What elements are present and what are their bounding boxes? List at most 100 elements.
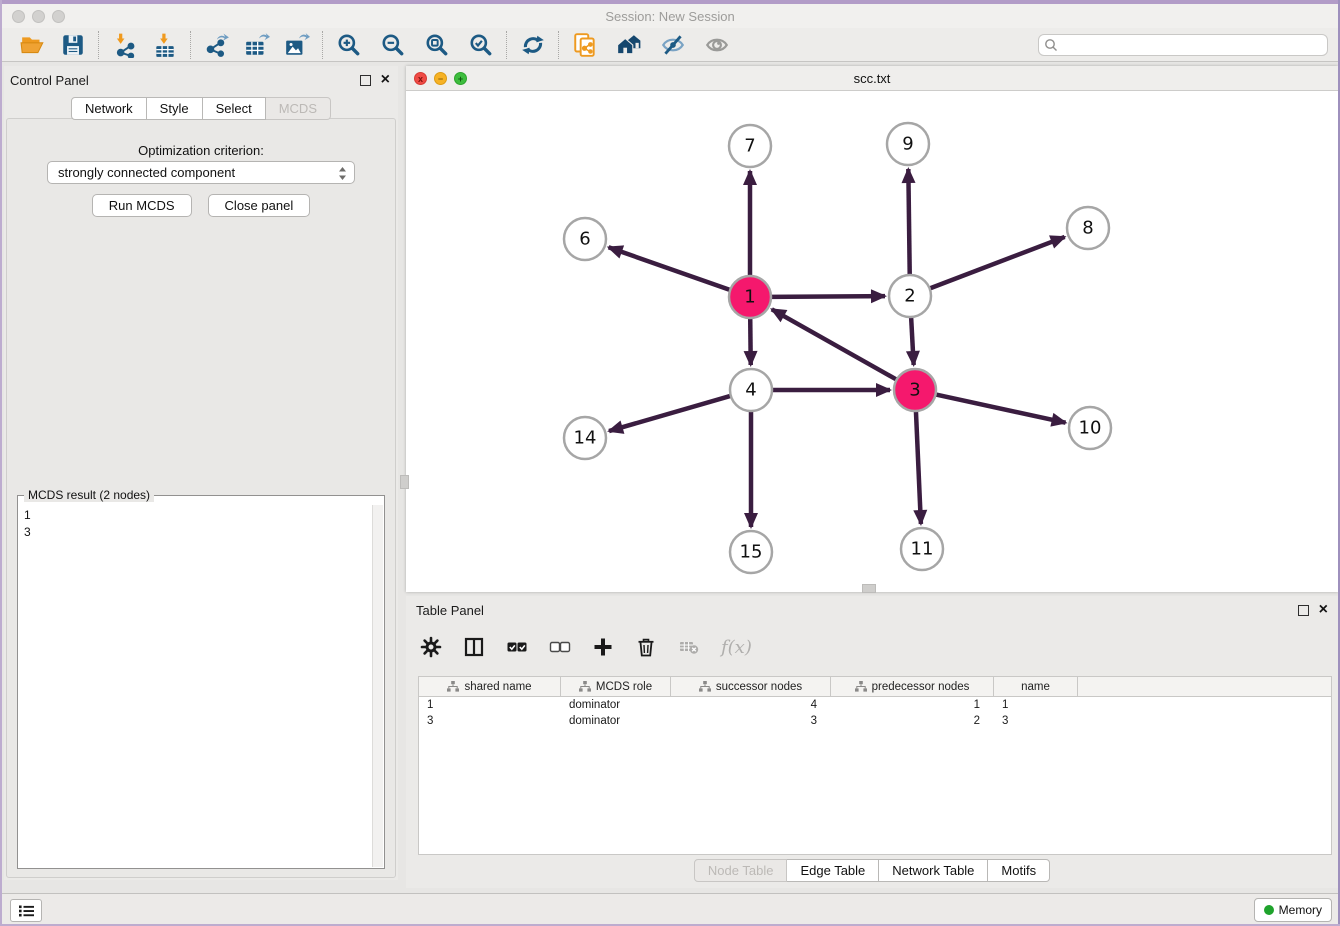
- hide-selected-icon[interactable]: [660, 32, 686, 58]
- graph-edge-1-4[interactable]: [750, 318, 751, 365]
- network-window-title: scc.txt: [406, 71, 1338, 86]
- table-row[interactable]: 3dominator323: [419, 713, 1331, 729]
- float-table-panel-icon[interactable]: [1298, 605, 1309, 616]
- network-window-titlebar: x − + scc.txt: [406, 66, 1338, 91]
- memory-label: Memory: [1279, 903, 1322, 917]
- tab-style[interactable]: Style: [147, 97, 203, 120]
- graph-node-2[interactable]: 2: [889, 275, 931, 317]
- apply-layout-icon[interactable]: [520, 32, 546, 58]
- graph-node-11[interactable]: 11: [901, 528, 943, 570]
- svg-text:15: 15: [740, 542, 763, 563]
- run-mcds-button[interactable]: Run MCDS: [92, 194, 192, 217]
- hierarchy-icon: [855, 681, 867, 692]
- graph-edge-3-1[interactable]: [772, 309, 897, 379]
- graph-node-7[interactable]: 7: [729, 125, 771, 167]
- memory-status-dot: [1264, 905, 1274, 915]
- close-panel-button[interactable]: Close panel: [208, 194, 311, 217]
- mcds-result-group: MCDS result (2 nodes) 1 3: [17, 495, 385, 869]
- copy-network-icon[interactable]: [572, 32, 598, 58]
- zoom-selected-icon[interactable]: [468, 32, 494, 58]
- settings-gear-icon[interactable]: [420, 636, 442, 658]
- tab-motifs[interactable]: Motifs: [988, 859, 1050, 882]
- export-table-icon[interactable]: [244, 32, 270, 58]
- graph-node-14[interactable]: 14: [564, 417, 606, 459]
- table-cell: 3: [419, 715, 561, 727]
- graph-node-8[interactable]: 8: [1067, 207, 1109, 249]
- tab-mcds[interactable]: MCDS: [266, 97, 331, 120]
- result-scrollbar[interactable]: [372, 505, 383, 867]
- graph-edge-1-2[interactable]: [771, 296, 885, 297]
- graph-node-4[interactable]: 4: [730, 369, 772, 411]
- import-table-icon[interactable]: [152, 32, 178, 58]
- save-session-icon[interactable]: [60, 32, 86, 58]
- table-cell: 3: [994, 715, 1078, 727]
- column-header-MCDS-role[interactable]: MCDS role: [561, 677, 671, 696]
- svg-text:3: 3: [909, 380, 920, 401]
- column-header-shared-name[interactable]: shared name: [419, 677, 561, 696]
- show-columns-icon[interactable]: [463, 636, 485, 658]
- table-cell: 4: [671, 699, 831, 711]
- column-header-name[interactable]: name: [994, 677, 1078, 696]
- memory-button[interactable]: Memory: [1254, 898, 1332, 922]
- zoom-out-icon[interactable]: [380, 32, 406, 58]
- close-table-panel-icon[interactable]: ×: [1319, 605, 1328, 615]
- graph-edge-3-11[interactable]: [916, 411, 921, 524]
- select-all-icon[interactable]: [506, 636, 528, 658]
- main-toolbar: [0, 28, 1340, 62]
- control-panel-title: Control Panel: [10, 73, 89, 88]
- graph-node-15[interactable]: 15: [730, 531, 772, 573]
- delete-row-icon[interactable]: [635, 636, 657, 658]
- criterion-dropdown[interactable]: strongly connected component: [47, 161, 355, 184]
- show-all-icon[interactable]: [704, 32, 730, 58]
- deselect-all-icon[interactable]: [549, 636, 571, 658]
- close-panel-icon[interactable]: ×: [381, 75, 390, 85]
- graph-edge-1-6[interactable]: [609, 247, 731, 290]
- zoom-fit-icon[interactable]: [424, 32, 450, 58]
- table-toolbar: f(x): [420, 630, 752, 664]
- control-panel: Control Panel × NetworkStyleSelectMCDS O…: [4, 66, 398, 880]
- table-header-row: shared nameMCDS rolesuccessor nodesprede…: [419, 677, 1331, 697]
- table-cell: 1: [419, 699, 561, 711]
- tab-network-table[interactable]: Network Table: [879, 859, 988, 882]
- svg-text:10: 10: [1079, 418, 1102, 439]
- first-neighbors-icon[interactable]: [616, 32, 642, 58]
- graph-edge-3-10[interactable]: [936, 394, 1066, 422]
- graph-node-1[interactable]: 1: [729, 276, 771, 318]
- add-row-icon[interactable]: [592, 636, 614, 658]
- control-panel-tabs: NetworkStyleSelectMCDS: [4, 97, 398, 120]
- graph-edge-2-3[interactable]: [911, 317, 914, 365]
- open-session-icon[interactable]: [20, 32, 46, 58]
- task-history-button[interactable]: [10, 899, 42, 922]
- splitter-handle-vertical[interactable]: [400, 475, 409, 489]
- float-panel-icon[interactable]: [360, 75, 371, 86]
- tab-node-table[interactable]: Node Table: [694, 859, 788, 882]
- tab-edge-table[interactable]: Edge Table: [787, 859, 879, 882]
- export-image-icon[interactable]: [284, 32, 310, 58]
- splitter-handle-horizontal[interactable]: [862, 584, 876, 593]
- table-cell: dominator: [561, 715, 671, 727]
- hierarchy-icon: [579, 681, 591, 692]
- status-bar: Memory: [0, 893, 1340, 924]
- hierarchy-icon: [699, 681, 711, 692]
- window-frame: [0, 0, 2, 926]
- tab-network[interactable]: Network: [71, 97, 147, 120]
- graph-edge-4-14[interactable]: [609, 396, 731, 431]
- export-network-icon[interactable]: [204, 32, 230, 58]
- search-input[interactable]: [1038, 34, 1328, 56]
- search-icon: [1044, 38, 1058, 52]
- graph-edge-2-9[interactable]: [908, 169, 909, 275]
- column-header-successor-nodes[interactable]: successor nodes: [671, 677, 831, 696]
- svg-text:1: 1: [744, 287, 755, 308]
- graph-node-6[interactable]: 6: [564, 218, 606, 260]
- zoom-in-icon[interactable]: [336, 32, 362, 58]
- tab-select[interactable]: Select: [203, 97, 266, 120]
- graph-node-9[interactable]: 9: [887, 123, 929, 165]
- import-network-icon[interactable]: [112, 32, 138, 58]
- network-graph-canvas[interactable]: 7 9 6 8 1 2 4 3 14 10 15 11: [406, 91, 1338, 592]
- graph-edge-2-8[interactable]: [930, 237, 1065, 289]
- graph-node-10[interactable]: 10: [1069, 407, 1111, 449]
- column-header-predecessor-nodes[interactable]: predecessor nodes: [831, 677, 994, 696]
- mcds-panel: Optimization criterion: strongly connect…: [6, 118, 396, 878]
- graph-node-3[interactable]: 3: [894, 369, 936, 411]
- table-row[interactable]: 1dominator411: [419, 697, 1331, 713]
